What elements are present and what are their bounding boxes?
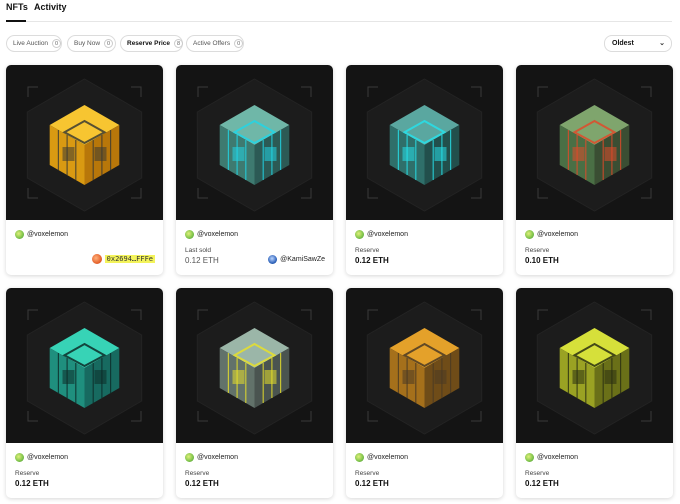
avatar: [355, 453, 364, 462]
avatar: [525, 230, 534, 239]
price-value: 0.12 ETH: [525, 479, 559, 488]
owner-name: @voxelemon: [27, 231, 68, 238]
buyer-name: @KamiSawZe: [280, 256, 325, 263]
nft-card[interactable]: @voxelemon Reserve 0.12 ETH: [176, 288, 333, 498]
filter-label: Buy Now: [74, 40, 101, 47]
filter-count: 0: [52, 39, 62, 48]
tab-bar: NFTs Activity: [6, 0, 672, 22]
owner[interactable]: @voxelemon: [355, 230, 408, 239]
owner[interactable]: @voxelemon: [355, 453, 408, 462]
owner[interactable]: @voxelemon: [525, 230, 578, 239]
price-value: 0.10 ETH: [525, 256, 559, 265]
nft-card[interactable]: @voxelemon 0x2694…FFFe: [6, 65, 163, 275]
price-value: 0.12 ETH: [15, 479, 49, 488]
price-label: Reserve: [355, 247, 380, 254]
sort-select[interactable]: Oldest ⌄: [604, 35, 672, 52]
nft-card[interactable]: @voxelemon Reserve 0.12 ETH: [346, 65, 503, 275]
price-value: 0.12 ETH: [355, 256, 389, 265]
nft-artwork: [516, 288, 673, 443]
tab-activity[interactable]: Activity: [34, 2, 67, 12]
nft-artwork: [6, 288, 163, 443]
owner[interactable]: @voxelemon: [525, 453, 578, 462]
price-label: Last sold: [185, 247, 212, 254]
avatar: [268, 255, 278, 264]
nft-artwork: [6, 65, 163, 220]
avatar: [185, 453, 194, 462]
owner[interactable]: @voxelemon: [15, 453, 68, 462]
price-label: Reserve: [525, 247, 550, 254]
nft-artwork: [346, 65, 503, 220]
owner-address[interactable]: 0x2694…FFFe: [91, 254, 155, 264]
avatar: [525, 453, 534, 462]
avatar: [185, 230, 194, 239]
price-label: Reserve: [185, 470, 210, 477]
filter-active-offers[interactable]: Active Offers 0: [186, 35, 244, 52]
buyer[interactable]: @KamiSawZe: [268, 255, 325, 264]
nft-artwork: [176, 288, 333, 443]
owner-name: @voxelemon: [197, 231, 238, 238]
owner-name: @voxelemon: [537, 231, 578, 238]
price-label: Reserve: [355, 470, 380, 477]
filter-count: 8: [174, 39, 184, 48]
owner-name: @voxelemon: [197, 454, 238, 461]
filter-count: 0: [104, 39, 114, 48]
nft-card[interactable]: @voxelemon Reserve 0.12 ETH: [6, 288, 163, 498]
active-tab-indicator: [6, 20, 26, 22]
filter-reserve-price[interactable]: Reserve Price 8: [120, 35, 184, 52]
price-value: 0.12 ETH: [185, 479, 219, 488]
price-value: 0.12 ETH: [185, 256, 219, 265]
nft-card[interactable]: @voxelemon Reserve 0.10 ETH: [516, 65, 673, 275]
filter-label: Live Auction: [13, 40, 49, 47]
owner-name: @voxelemon: [367, 231, 408, 238]
avatar: [355, 230, 364, 239]
tab-nfts[interactable]: NFTs: [6, 2, 28, 12]
owner-name: @voxelemon: [27, 454, 68, 461]
chevron-down-icon: ⌄: [659, 40, 665, 47]
sort-selected: Oldest: [612, 40, 634, 47]
price-value: 0.12 ETH: [355, 479, 389, 488]
address-avatar: [91, 254, 102, 264]
nft-card[interactable]: @voxelemon Reserve 0.12 ETH: [516, 288, 673, 498]
nft-artwork: [346, 288, 503, 443]
owner[interactable]: @voxelemon: [185, 230, 238, 239]
filter-label: Active Offers: [193, 40, 231, 47]
owner-name: @voxelemon: [367, 454, 408, 461]
address-text: 0x2694…FFFe: [104, 255, 155, 263]
filter-buy-now[interactable]: Buy Now 0: [67, 35, 116, 52]
nft-artwork: [516, 65, 673, 220]
avatar: [15, 230, 24, 239]
filter-label: Reserve Price: [127, 40, 171, 47]
price-label: Reserve: [525, 470, 550, 477]
nft-artwork: [176, 65, 333, 220]
filter-count: 0: [234, 39, 244, 48]
owner[interactable]: @voxelemon: [185, 453, 238, 462]
owner-name: @voxelemon: [537, 454, 578, 461]
avatar: [15, 453, 24, 462]
filter-live-auction[interactable]: Live Auction 0: [6, 35, 62, 52]
nft-card[interactable]: @voxelemon Reserve 0.12 ETH: [346, 288, 503, 498]
nft-card[interactable]: @voxelemon Last sold 0.12 ETH @KamiSawZe: [176, 65, 333, 275]
price-label: Reserve: [15, 470, 40, 477]
owner[interactable]: @voxelemon: [15, 230, 68, 239]
